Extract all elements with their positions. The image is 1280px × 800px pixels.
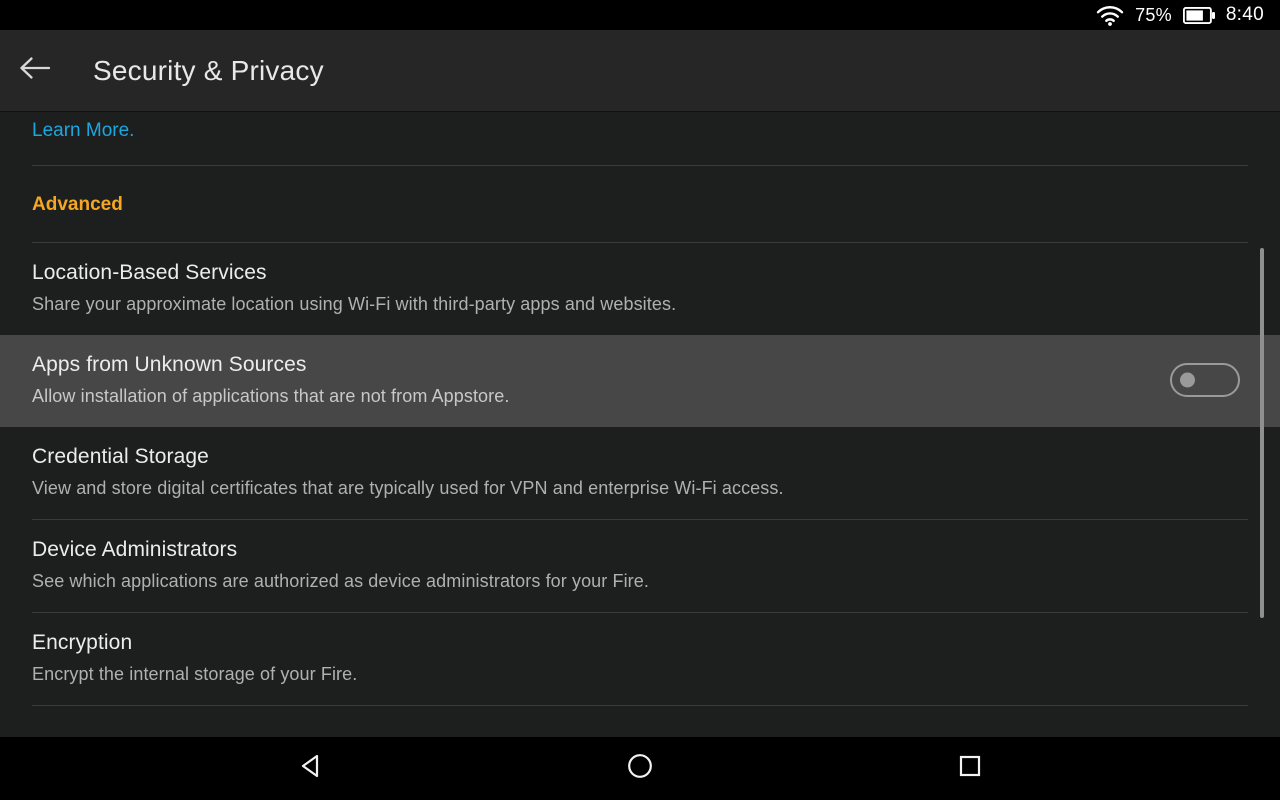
page-title: Security & Privacy — [93, 54, 324, 86]
device-screen: 75% 8:40 Security & Privacy Learn More. — [0, 0, 1280, 800]
row-subtitle: View and store digital certificates that… — [32, 478, 784, 498]
battery-percent-label: 75% — [1135, 4, 1172, 25]
back-button[interactable] — [0, 30, 70, 112]
nav-recents-square-icon — [957, 753, 983, 784]
nav-recents-button[interactable] — [890, 737, 1050, 800]
row-text-group: Credential Storage View and store digita… — [32, 445, 1248, 499]
row-title: Location-Based Services — [32, 261, 267, 284]
row-subtitle: Encrypt the internal storage of your Fir… — [32, 664, 358, 684]
app-header: Security & Privacy — [0, 30, 1280, 112]
wifi-icon — [1096, 5, 1124, 26]
row-subtitle: Allow installation of applications that … — [32, 386, 510, 406]
settings-row-device-administrators[interactable]: Device Administrators See which applicat… — [0, 520, 1280, 612]
settings-row-credential-storage[interactable]: Credential Storage View and store digita… — [0, 427, 1280, 519]
nav-home-button[interactable] — [560, 737, 720, 800]
settings-row-encryption[interactable]: Encryption Encrypt the internal storage … — [0, 613, 1280, 705]
row-title: Device Administrators — [32, 538, 238, 561]
nav-back-triangle-icon — [297, 752, 323, 785]
row-title: Encryption — [32, 631, 133, 654]
row-text-group: Device Administrators See which applicat… — [32, 538, 1248, 592]
row-title: Credential Storage — [32, 445, 209, 468]
nav-home-circle-icon — [626, 752, 654, 785]
settings-row-location-based-services[interactable]: Location-Based Services Share your appro… — [0, 243, 1280, 335]
system-navigation-bar — [0, 737, 1280, 800]
back-arrow-icon — [18, 55, 52, 86]
clock-label: 8:40 — [1225, 4, 1264, 25]
row-subtitle: Share your approximate location using Wi… — [32, 294, 677, 314]
row-text-group: Apps from Unknown Sources Allow installa… — [32, 353, 1170, 407]
battery-icon — [1182, 6, 1215, 24]
learn-more-wrapper: Learn More. — [0, 112, 1280, 142]
settings-scroll-area[interactable]: Learn More. Advanced Location-Based Serv… — [0, 112, 1280, 737]
divider — [32, 705, 1248, 706]
status-bar: 75% 8:40 — [0, 0, 1280, 30]
settings-row-apps-from-unknown-sources[interactable]: Apps from Unknown Sources Allow installa… — [0, 335, 1280, 427]
row-subtitle: See which applications are authorized as… — [32, 571, 649, 591]
learn-more-link[interactable]: Learn More. — [0, 112, 134, 142]
section-header-advanced: Advanced — [32, 194, 123, 215]
row-text-group: Encryption Encrypt the internal storage … — [32, 631, 1248, 685]
toggle-knob — [1180, 372, 1195, 388]
row-text-group: Location-Based Services Share your appro… — [32, 261, 1248, 315]
unknown-sources-toggle[interactable] — [1170, 363, 1240, 397]
row-title: Apps from Unknown Sources — [32, 353, 307, 376]
nav-back-button[interactable] — [230, 737, 390, 800]
